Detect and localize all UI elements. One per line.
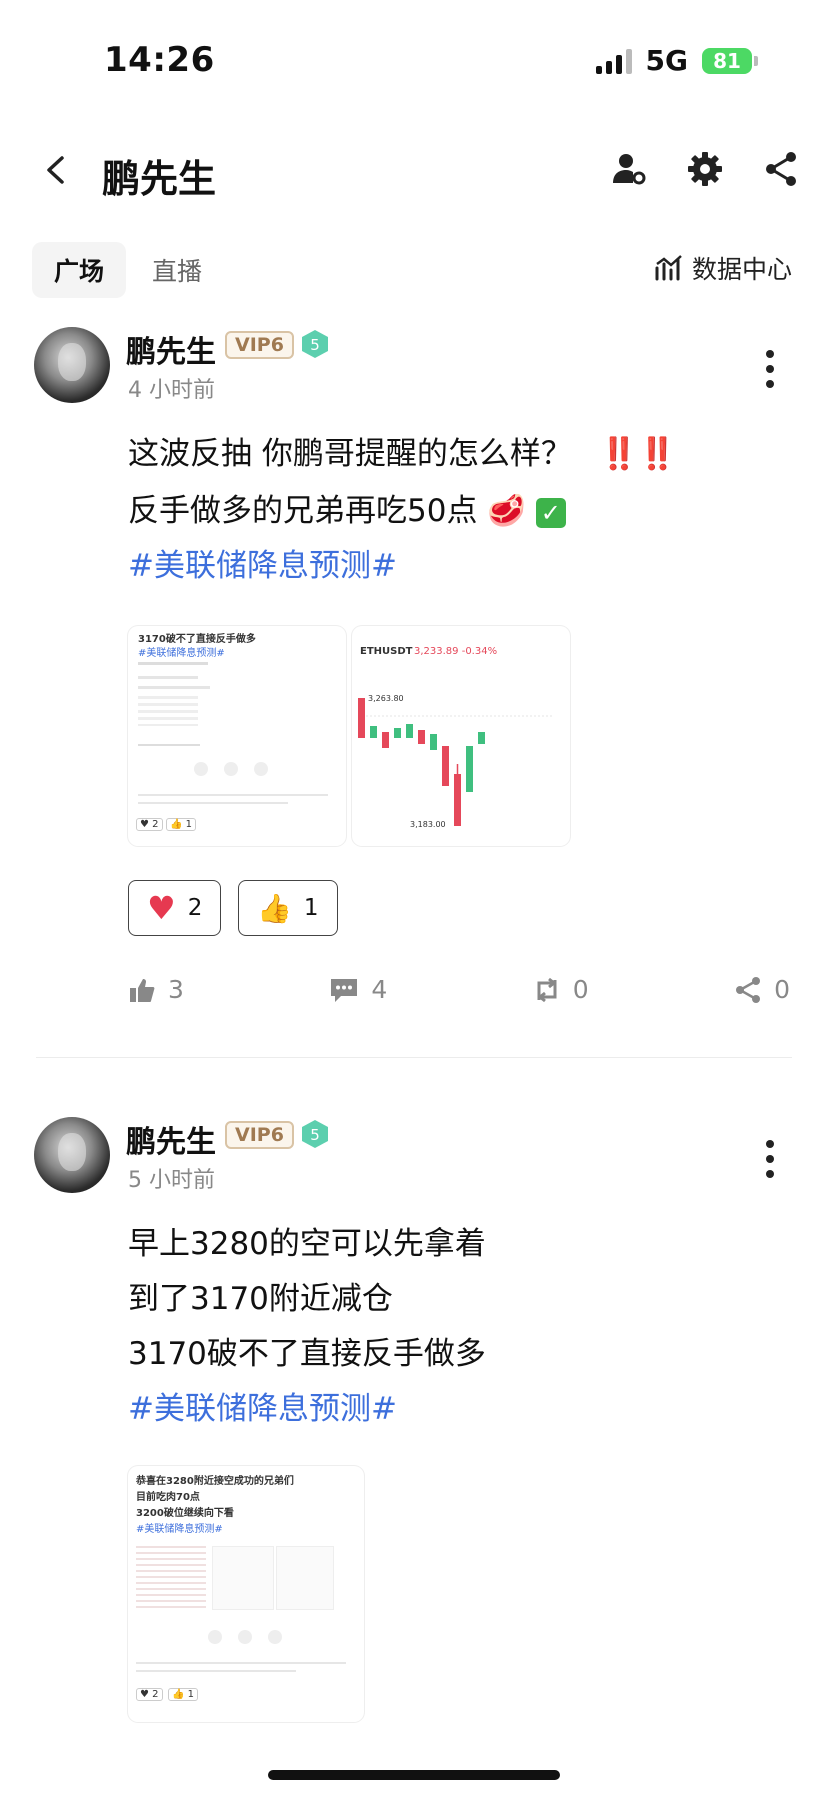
level-number: 5 <box>310 1126 320 1144</box>
candlestick-chart <box>358 698 552 826</box>
more-options-icon[interactable] <box>766 1140 774 1178</box>
chart-symbol: ETHUSDT <box>360 646 413 657</box>
tab-live[interactable]: 直播 <box>130 242 224 298</box>
thumb-tag: #美联储降息预测# <box>138 648 225 659</box>
thumb-heart-count: ♥ 2 <box>136 818 163 831</box>
check-icon: ✓ <box>535 497 566 528</box>
meat-icon: 🥩 <box>487 493 526 529</box>
level-number: 5 <box>310 336 320 354</box>
author-name[interactable]: 鹏先生 <box>126 327 216 371</box>
link-icon <box>254 762 268 776</box>
back-button[interactable] <box>36 150 76 190</box>
share-icon[interactable] <box>762 150 800 188</box>
battery-icon: 81 <box>702 47 758 74</box>
chart-price: 3,233.89 -0.34% <box>414 646 498 657</box>
level-badge-icon: 5 <box>302 1120 328 1148</box>
tab-bar: 广场 直播 <box>32 242 224 298</box>
post-text: 早上3280的空可以先拿着 <box>128 1226 486 1262</box>
telegram-icon <box>208 1630 222 1644</box>
thumb-title: 恭喜在3280附近接空成功的兄弟们 <box>136 1476 294 1487</box>
share-count: 0 <box>774 975 790 1004</box>
avatar[interactable] <box>34 1117 110 1193</box>
thumb-tag: #美联储降息预测# <box>136 1524 223 1535</box>
thumbs-up-icon: 👍 <box>257 891 292 925</box>
page-title: 鹏先生 <box>102 157 217 201</box>
link-icon <box>268 1630 282 1644</box>
thumb-thumb-count: 👍 1 <box>166 818 197 831</box>
status-time: 14:26 <box>104 40 215 80</box>
post-text-line: 反手做多的兄弟再吃50点 🥩 ✓ <box>128 485 566 530</box>
level-badge-icon: 5 <box>302 330 328 358</box>
share-count-button[interactable]: 0 <box>734 975 790 1004</box>
post-text: 3170破不了直接反手做多 <box>128 1336 486 1372</box>
more-options-icon[interactable] <box>766 350 774 388</box>
post-text: 这波反抽 你鹏哥提醒的怎么样？ <box>128 436 572 472</box>
avatar[interactable] <box>34 327 110 403</box>
chevron-left-icon <box>47 156 64 184</box>
image-thumbnail[interactable]: 恭喜在3280附近接空成功的兄弟们 目前吃肉70点 3200破位继续向下看 #美… <box>128 1466 364 1722</box>
thumb-title: 3170破不了直接反手做多 <box>138 634 256 645</box>
chart-icon <box>655 255 682 281</box>
action-bar: 3 4 0 0 <box>128 975 790 1004</box>
comment-count: 4 <box>371 975 388 1004</box>
repost-icon <box>537 977 557 1002</box>
post-text: 反手做多的兄弟再吃50点 <box>128 493 478 529</box>
thumb-line: 3200破位继续向下看 <box>136 1508 234 1519</box>
post-divider <box>36 1057 792 1058</box>
hashtag-link[interactable]: #美联储降息预测# <box>128 540 397 585</box>
image-thumbnail[interactable]: 3170破不了直接反手做多 #美联储降息预测# ♥ 2 👍 1 <box>128 626 346 846</box>
gear-icon[interactable] <box>686 150 724 188</box>
reaction-thumbs-button[interactable]: 👍 1 <box>238 880 338 936</box>
post-text-line: 这波反抽 你鹏哥提醒的怎么样？ ‼️‼️ <box>128 428 677 473</box>
post-time: 4 小时前 <box>128 378 215 403</box>
author-name[interactable]: 鹏先生 <box>126 1117 216 1161</box>
telegram-icon <box>194 762 208 776</box>
heart-icon: ♥ <box>147 889 176 927</box>
like-count: 3 <box>168 975 184 1004</box>
thumb-heart-count: ♥ 2 <box>136 1688 163 1701</box>
vip-badge: VIP6 <box>225 1121 294 1149</box>
reaction-heart-button[interactable]: ♥ 2 <box>128 880 222 936</box>
signal-icon <box>595 48 632 74</box>
repost-count: 0 <box>572 975 589 1004</box>
post-time: 5 小时前 <box>128 1168 215 1193</box>
home-indicator[interactable] <box>268 1770 560 1780</box>
x-icon <box>238 1630 252 1644</box>
status-indicators: 5G 81 <box>595 44 758 77</box>
thumbs-up-icon <box>130 978 155 1002</box>
reaction-count: 1 <box>303 895 319 921</box>
image-thumbnail-chart[interactable]: ETHUSDT 3,233.89 -0.34% 3,263.80 3,183.0… <box>352 626 570 846</box>
comment-button[interactable]: 4 <box>329 975 387 1004</box>
data-center-label: 数据中心 <box>691 255 792 284</box>
thumb-line: 目前吃肉70点 <box>136 1492 200 1503</box>
post-text: 到了3170附近减仓 <box>128 1281 393 1317</box>
reaction-count: 2 <box>187 895 203 921</box>
tab-square[interactable]: 广场 <box>32 242 127 298</box>
exclaim-icon: ‼️‼️ <box>599 436 677 472</box>
battery-level: 81 <box>702 47 752 74</box>
repost-button[interactable]: 0 <box>533 975 589 1004</box>
comment-icon <box>331 978 358 1002</box>
vip-badge: VIP6 <box>225 331 294 359</box>
network-label: 5G <box>645 44 688 77</box>
share-icon <box>736 976 761 1003</box>
user-settings-icon[interactable] <box>610 150 648 188</box>
hashtag-link[interactable]: #美联储降息预测# <box>128 1383 397 1428</box>
thumb-thumb-count: 👍 1 <box>168 1688 199 1701</box>
like-button[interactable]: 3 <box>128 975 184 1004</box>
x-icon <box>224 762 238 776</box>
data-center-link[interactable]: 数据中心 <box>654 250 792 286</box>
